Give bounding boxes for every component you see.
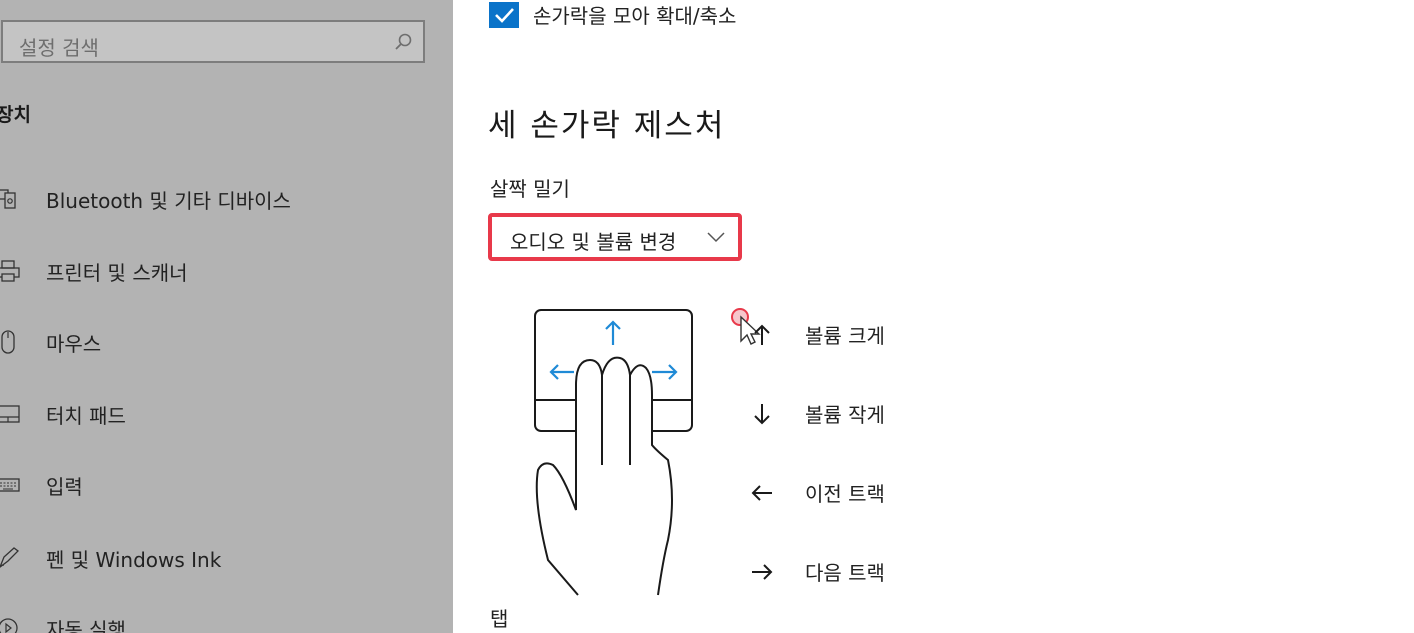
keyboard-icon <box>0 471 22 499</box>
sidebar-item-printers[interactable]: 프린터 및 스캐너 <box>0 243 453 299</box>
swipe-action-dropdown[interactable]: 오디오 및 볼륨 변경 <box>488 213 742 261</box>
pinch-to-zoom-label: 손가락을 모아 확대/축소 <box>533 4 737 28</box>
section-title-devices: 장치 <box>0 104 31 126</box>
pinch-to-zoom-checkbox[interactable] <box>489 2 519 28</box>
gesture-row-swipe-right: 다음 트랙 <box>748 552 1048 592</box>
settings-sidebar: 설정 검색 장치 Bluetooth 및 기타 디바이스 프린터 및 스캐너 마… <box>0 0 453 633</box>
chevron-down-icon <box>706 229 726 245</box>
gesture-row-swipe-left: 이전 트랙 <box>748 473 1048 513</box>
sidebar-item-label: 입력 <box>46 474 83 499</box>
gesture-row-swipe-up: 볼륨 크게 <box>748 315 1048 355</box>
sidebar-item-mouse[interactable]: 마우스 <box>0 314 453 370</box>
autoplay-icon <box>0 614 22 633</box>
sidebar-item-label: 마우스 <box>46 331 102 356</box>
pen-icon <box>0 544 22 572</box>
arrow-right-icon <box>748 558 776 586</box>
gesture-action-label: 볼륨 작게 <box>805 403 885 427</box>
touchpad-settings-panel: 손가락을 모아 확대/축소 세 손가락 제스처 살짝 밀기 오디오 및 볼륨 변… <box>453 0 1414 633</box>
sidebar-item-autoplay[interactable]: 자동 실행 <box>0 600 453 633</box>
sidebar-item-label: 자동 실행 <box>46 617 126 633</box>
checkmark-icon <box>495 8 514 23</box>
settings-search-box[interactable]: 설정 검색 <box>1 20 425 63</box>
sidebar-item-bluetooth[interactable]: Bluetooth 및 기타 디바이스 <box>0 171 453 227</box>
sidebar-item-typing[interactable]: 입력 <box>0 457 453 513</box>
sidebar-item-label: 프린터 및 스캐너 <box>46 260 188 285</box>
sidebar-item-label: 터치 패드 <box>46 403 126 428</box>
arrow-up-icon <box>748 321 776 349</box>
mouse-icon <box>0 328 22 356</box>
sidebar-item-pen[interactable]: 펜 및 Windows Ink <box>0 530 453 586</box>
touchpad-icon <box>0 400 22 428</box>
gesture-action-label: 이전 트랙 <box>805 482 885 506</box>
sidebar-item-label: Bluetooth 및 기타 디바이스 <box>46 188 291 213</box>
arrow-down-icon <box>748 400 776 428</box>
arrow-left-icon <box>748 479 776 507</box>
sidebar-item-touchpad[interactable]: 터치 패드 <box>0 386 453 442</box>
dropdown-selected-value: 오디오 및 볼륨 변경 <box>510 230 677 254</box>
gesture-action-label: 볼륨 크게 <box>805 324 885 348</box>
search-icon[interactable] <box>393 32 413 52</box>
three-finger-swipe-illustration <box>528 300 698 600</box>
three-finger-gestures-heading: 세 손가락 제스처 <box>488 108 726 144</box>
tap-section-label: 탭 <box>490 607 509 631</box>
search-placeholder: 설정 검색 <box>19 36 99 60</box>
swipe-label: 살짝 밀기 <box>490 177 570 201</box>
gesture-action-label: 다음 트랙 <box>805 561 885 585</box>
sidebar-item-label: 펜 및 Windows Ink <box>46 547 222 572</box>
bluetooth-devices-icon <box>0 185 22 213</box>
gesture-row-swipe-down: 볼륨 작게 <box>748 394 1048 434</box>
printer-icon <box>0 257 22 285</box>
